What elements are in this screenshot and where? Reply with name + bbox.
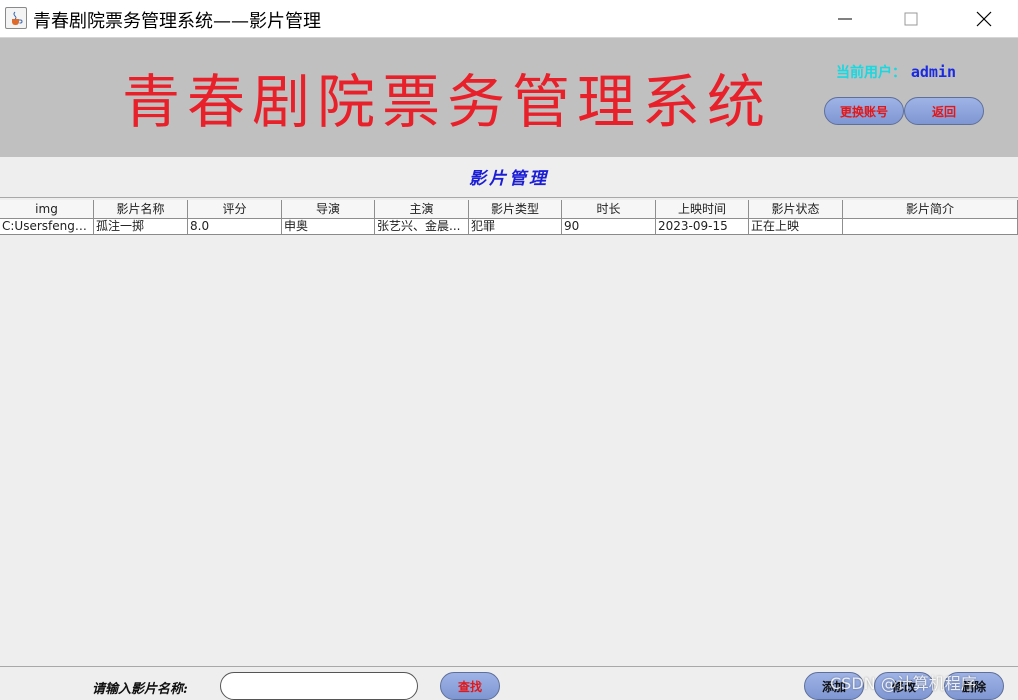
switch-account-button[interactable]: 更换账号 [824, 97, 904, 125]
current-user-name: admin [910, 63, 957, 81]
java-cup-icon [5, 7, 27, 29]
table-cell[interactable]: 90 [562, 219, 656, 234]
minimize-icon [838, 18, 852, 20]
system-title: 青春剧院票务管理系统 [122, 68, 773, 136]
window-title-bar: 青春剧院票务管理系统——影片管理 [0, 0, 1018, 38]
back-button[interactable]: 返回 [904, 97, 984, 125]
table-cell[interactable]: 张艺兴、金晨... [375, 219, 469, 234]
table-cell[interactable]: 正在上映 [749, 219, 843, 234]
table-row[interactable]: C:Usersfengh... 孤注一掷 8.0 申奥 张艺兴、金晨... 犯罪… [0, 219, 1018, 235]
table-cell[interactable]: 2023-09-15 [656, 219, 749, 234]
column-header-img[interactable]: img [0, 200, 94, 218]
close-icon [976, 11, 992, 27]
column-header-duration[interactable]: 时长 [562, 200, 656, 218]
maximize-button[interactable] [888, 4, 934, 32]
column-header-synopsis[interactable]: 影片简介 [843, 200, 1018, 218]
movie-name-search-input[interactable] [220, 672, 418, 700]
column-header-status[interactable]: 影片状态 [749, 200, 843, 218]
search-label: 请输入影片名称: [92, 682, 188, 697]
column-header-director[interactable]: 导演 [282, 200, 375, 218]
column-header-genre[interactable]: 影片类型 [469, 200, 562, 218]
column-header-cast[interactable]: 主演 [375, 200, 469, 218]
search-button[interactable]: 查找 [440, 672, 500, 700]
table-cell[interactable]: 犯罪 [469, 219, 562, 234]
current-user-label: 当前用户： [836, 65, 906, 81]
page-title: 影片管理 [469, 169, 549, 189]
table-cell[interactable]: 申奥 [282, 219, 375, 234]
column-header-rating[interactable]: 评分 [188, 200, 282, 218]
window-title: 青春剧院票务管理系统——影片管理 [33, 11, 321, 32]
column-header-release-date[interactable]: 上映时间 [656, 200, 749, 218]
watermark: CSDN @计算机程序 [830, 674, 977, 693]
current-user: 当前用户： admin [836, 62, 956, 82]
minimize-button[interactable] [822, 4, 868, 32]
close-button[interactable] [961, 4, 1007, 32]
table-cell[interactable]: C:Usersfengh... [0, 219, 94, 234]
table-cell[interactable] [843, 219, 1018, 234]
table-header: img 影片名称 评分 导演 主演 影片类型 时长 上映时间 影片状态 影片简介 [0, 200, 1018, 219]
table-cell[interactable]: 孤注一掷 [94, 219, 188, 234]
table-cell[interactable]: 8.0 [188, 219, 282, 234]
header-banner: 青春剧院票务管理系统 当前用户： admin 更换账号 返回 [0, 38, 1018, 157]
column-header-movie-name[interactable]: 影片名称 [94, 200, 188, 218]
movie-table[interactable]: img 影片名称 评分 导演 主演 影片类型 时长 上映时间 影片状态 影片简介… [0, 197, 1018, 667]
maximize-icon [904, 12, 918, 26]
